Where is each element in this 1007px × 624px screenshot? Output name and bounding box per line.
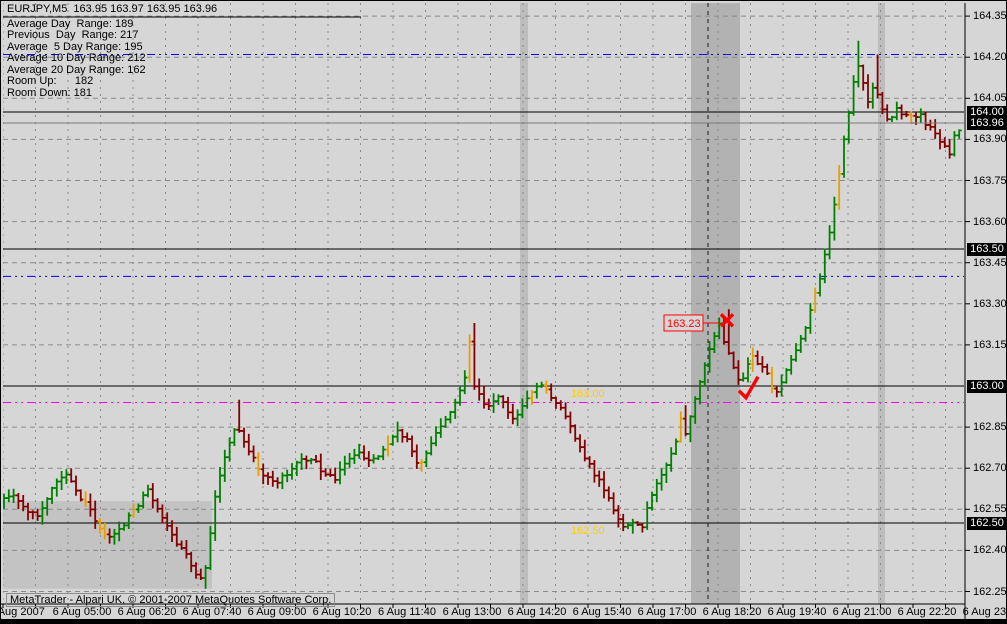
price-tick-label: 163.90 bbox=[973, 133, 1007, 146]
time-axis-label: 6 Aug 06:20 bbox=[117, 606, 177, 618]
price-callout-text: 163.23 bbox=[667, 318, 701, 330]
price-tick-label: 163.60 bbox=[973, 215, 1007, 228]
time-axis-label: 6 Aug 21:00 bbox=[832, 606, 892, 618]
time-axis-label: 6 Aug 18:20 bbox=[702, 606, 762, 618]
chart-header: EURJPY,M5 163.95 163.97 163.95 163.96 Av… bbox=[7, 3, 218, 100]
price-tick-label: 162.85 bbox=[973, 421, 1007, 434]
time-axis-label: 6 Aug 13:00 bbox=[442, 606, 502, 618]
symbol-ohlc-title: EURJPY,M5 163.95 163.97 163.95 163.96 bbox=[7, 3, 218, 15]
time-axis-label: 6 Aug 05:00 bbox=[52, 606, 112, 618]
metatrader-chart-window: 163.00 162.50 163.23 EURJPY,M5 163.95 163.… bbox=[0, 0, 1007, 624]
time-axis[interactable]: 6 Aug 20076 Aug 05:006 Aug 06:206 Aug 07… bbox=[1, 605, 1007, 619]
platform-copyright-label: MetaTrader - Alpari UK, © 2001-2007 Meta… bbox=[6, 593, 336, 607]
window-bottom-edge bbox=[1, 619, 1006, 623]
price-tick-label: 164.35 bbox=[973, 10, 1007, 23]
time-axis-label: 6 Aug 23:40 bbox=[962, 606, 1007, 618]
range-indicator-text-block: Average Day Range: 189 Previous Day Range… bbox=[7, 18, 217, 100]
price-tick-label: 163.30 bbox=[973, 297, 1007, 310]
time-axis-label: 6 Aug 07:40 bbox=[182, 606, 242, 618]
price-tick-label: 163.45 bbox=[973, 256, 1007, 269]
time-axis-label: 6 Aug 09:00 bbox=[247, 606, 307, 618]
price-tick-label: 162.25 bbox=[973, 585, 1007, 598]
range-info-line: Previous Day Range: 217 bbox=[7, 29, 139, 41]
price-tick-label: 162.70 bbox=[973, 462, 1007, 475]
range-info-line: Room Up: 182 bbox=[7, 75, 94, 87]
line-price-label: 162.50 bbox=[571, 525, 605, 537]
time-axis-label: 6 Aug 11:40 bbox=[378, 606, 436, 618]
price-tick-label: 164.05 bbox=[973, 92, 1007, 105]
range-info-line: Room Down: 181 bbox=[7, 86, 92, 99]
price-tick-label: 162.40 bbox=[973, 544, 1007, 557]
price-tick-label: 163.15 bbox=[973, 338, 1007, 351]
time-axis-label: 6 Aug 17:00 bbox=[637, 606, 697, 618]
price-marker-box: 163.50 bbox=[967, 243, 1006, 256]
price-tick-label: 163.75 bbox=[973, 174, 1007, 187]
price-axis[interactable]: 164.35 164.20 164.05 163.90 163.75 163.60 163.… bbox=[966, 1, 1007, 605]
time-axis-label: 6 Aug 15:40 bbox=[572, 606, 632, 618]
time-axis-label: 6 Aug 22:20 bbox=[897, 606, 957, 618]
range-info-line: Average 10 Day Range: 212 bbox=[7, 52, 146, 64]
line-price-label: 163.00 bbox=[571, 388, 605, 400]
price-tick-label: 162.55 bbox=[973, 503, 1007, 516]
price-tick-label: 164.20 bbox=[973, 51, 1007, 64]
time-axis-label: 6 Aug 10:20 bbox=[312, 606, 372, 618]
price-marker-box: 162.50 bbox=[967, 517, 1006, 530]
price-marker-box: 163.96 bbox=[967, 116, 1006, 130]
price-marker-box: 163.00 bbox=[967, 380, 1006, 393]
time-axis-label: 6 Aug 19:40 bbox=[767, 606, 827, 618]
time-axis-label: 6 Aug 14:20 bbox=[507, 606, 567, 618]
